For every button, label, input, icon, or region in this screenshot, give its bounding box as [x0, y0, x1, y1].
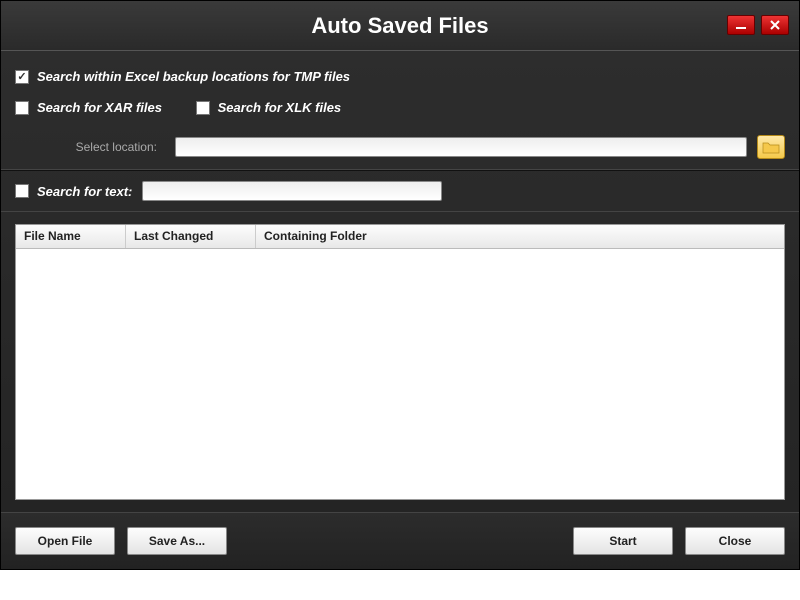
xar-label: Search for XAR files — [37, 100, 162, 115]
xlk-label: Search for XLK files — [218, 100, 342, 115]
location-label: Select location: — [15, 140, 165, 154]
close-icon — [769, 19, 781, 31]
search-text-input[interactable] — [142, 181, 442, 201]
window-buttons — [727, 15, 789, 35]
col-containing-folder[interactable]: Containing Folder — [256, 225, 784, 248]
start-button[interactable]: Start — [573, 527, 673, 555]
folder-icon — [762, 140, 780, 154]
search-text-label: Search for text: — [37, 184, 132, 199]
tmp-option-row: ✓ Search within Excel backup locations f… — [15, 69, 785, 84]
search-text-checkbox[interactable] — [15, 184, 29, 198]
location-input[interactable] — [175, 137, 747, 157]
close-button[interactable]: Close — [685, 527, 785, 555]
table-body[interactable] — [16, 249, 784, 499]
auto-saved-files-window: Auto Saved Files ✓ Search within Excel b… — [0, 0, 800, 570]
search-text-section: Search for text: — [1, 170, 799, 212]
search-text-row: Search for text: — [15, 181, 785, 201]
close-window-button[interactable] — [761, 15, 789, 35]
open-file-button[interactable]: Open File — [15, 527, 115, 555]
footer-spacer — [239, 527, 561, 555]
save-as-button[interactable]: Save As... — [127, 527, 227, 555]
tmp-checkbox[interactable]: ✓ — [15, 70, 29, 84]
xar-option-row: Search for XAR files — [15, 100, 162, 115]
window-title: Auto Saved Files — [311, 13, 488, 39]
titlebar: Auto Saved Files — [1, 1, 799, 51]
xlk-checkbox[interactable] — [196, 101, 210, 115]
minimize-button[interactable] — [727, 15, 755, 35]
tmp-label: Search within Excel backup locations for… — [37, 69, 350, 84]
search-options-section: ✓ Search within Excel backup locations f… — [1, 51, 799, 170]
search-text-option: Search for text: — [15, 184, 132, 199]
minimize-icon — [735, 19, 747, 31]
browse-folder-button[interactable] — [757, 135, 785, 159]
col-last-changed[interactable]: Last Changed — [126, 225, 256, 248]
col-file-name[interactable]: File Name — [16, 225, 126, 248]
location-row: Select location: — [15, 135, 785, 159]
table-header: File Name Last Changed Containing Folder — [16, 225, 784, 249]
footer: Open File Save As... Start Close — [1, 512, 799, 569]
results-table: File Name Last Changed Containing Folder — [15, 224, 785, 500]
xlk-option-row: Search for XLK files — [196, 100, 342, 115]
xar-checkbox[interactable] — [15, 101, 29, 115]
